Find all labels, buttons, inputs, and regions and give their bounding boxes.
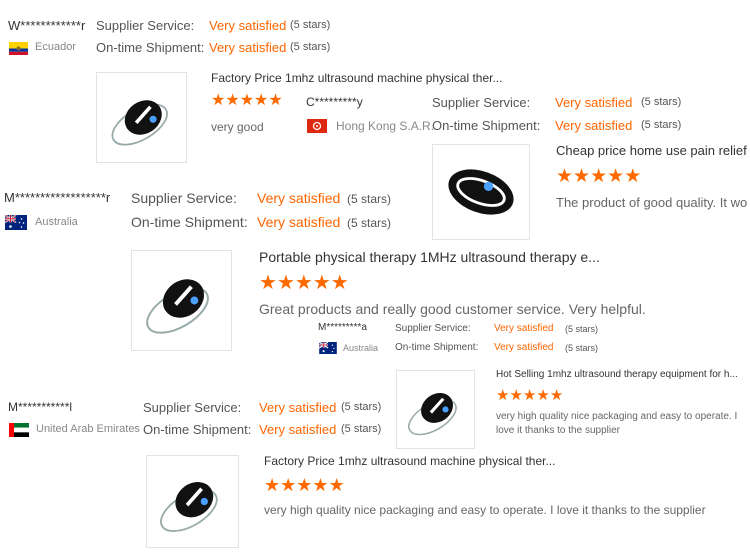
buyer-country: United Arab Emirates [36, 423, 140, 435]
rating-stars: ★ ★ ★ ★ ★ [259, 273, 349, 293]
product-title[interactable]: Factory Price 1mhz ultrasound machine ph… [211, 71, 502, 85]
uae-flag-icon [9, 423, 29, 437]
review-comment: very high quality nice packaging and eas… [264, 503, 706, 517]
rating-stars: ★ ★ ★ ★ ★ [211, 93, 283, 109]
ultrasound-device-icon [111, 100, 168, 146]
product-thumbnail[interactable] [146, 455, 239, 548]
buyer-country: Australia [35, 216, 78, 228]
supplier-service-stars: (5 stars) [290, 19, 331, 31]
shipment-value: Very satisfied [494, 342, 554, 353]
star-icon: ★ [239, 92, 255, 109]
product-title[interactable]: Hot Selling 1mhz ultrasound therapy equi… [496, 369, 750, 380]
buyer-name: M***********l [8, 400, 73, 414]
star-icon: ★ [296, 475, 313, 495]
supplier-service-value: Very satisfied [257, 190, 341, 206]
australia-flag-icon [319, 342, 337, 354]
review-comment: very good [211, 120, 264, 134]
buyer-name: M******************r [4, 190, 111, 205]
ecuador-flag-icon [9, 42, 28, 55]
rating-stars: ★ ★ ★ ★ ★ [264, 476, 345, 494]
supplier-service-value: Very satisfied [209, 18, 287, 33]
product-thumbnail[interactable] [131, 250, 232, 351]
star-icon: ★ [294, 272, 313, 294]
supplier-service-label: Supplier Service: [131, 190, 237, 206]
buyer-country: Ecuador [35, 41, 76, 53]
buyer-country: Australia [343, 343, 379, 353]
product-title[interactable]: Cheap price home use pain relief [556, 143, 747, 158]
star-icon: ★ [280, 475, 297, 495]
ultrasound-device-icon [448, 169, 514, 215]
star-icon: ★ [254, 92, 269, 109]
star-icon: ★ [259, 272, 277, 294]
buyer-country: Hong Kong S.A.R. [336, 119, 435, 133]
shipment-value: Very satisfied [257, 214, 341, 230]
shipment-label: On-time Shipment: [96, 40, 205, 55]
product-title[interactable]: Portable physical therapy 1MHz ultrasoun… [259, 249, 600, 265]
star-icon: ★ [211, 92, 226, 109]
shipment-stars: (5 stars) [290, 41, 331, 53]
star-icon: ★ [225, 92, 240, 109]
hong-kong-flag-icon [307, 119, 327, 133]
supplier-service-stars: (5 stars) [341, 401, 382, 413]
supplier-service-value: Very satisfied [494, 323, 554, 334]
star-icon: ★ [522, 387, 537, 404]
product-thumbnail[interactable] [96, 72, 187, 163]
star-icon: ★ [590, 166, 608, 187]
shipment-label: On-time Shipment: [131, 214, 248, 230]
ultrasound-device-icon [160, 482, 218, 532]
product-thumbnail[interactable] [432, 144, 530, 240]
supplier-service-label: Supplier Service: [96, 18, 195, 33]
supplier-service-label: Supplier Service: [432, 95, 531, 110]
rating-stars: ★ ★ ★ ★ ★ [556, 167, 641, 186]
star-icon: ★ [556, 166, 574, 187]
shipment-value: Very satisfied [209, 40, 287, 55]
australia-flag-icon [5, 215, 27, 230]
buyer-name: C*********y [306, 95, 363, 109]
ultrasound-device-icon [146, 279, 209, 334]
star-icon: ★ [573, 166, 591, 187]
star-icon: ★ [264, 475, 281, 495]
shipment-value: Very satisfied [259, 422, 337, 437]
shipment-stars: (5 stars) [347, 216, 392, 230]
shipment-stars: (5 stars) [641, 119, 682, 131]
product-thumbnail[interactable] [396, 370, 475, 449]
star-icon: ★ [328, 475, 345, 495]
supplier-service-label: Supplier Service: [395, 323, 471, 334]
star-icon: ★ [312, 475, 329, 495]
star-icon: ★ [624, 166, 642, 187]
star-icon: ★ [268, 92, 283, 109]
supplier-service-label: Supplier Service: [143, 400, 242, 415]
star-icon: ★ [549, 387, 564, 404]
star-icon: ★ [509, 387, 523, 404]
supplier-service-stars: (5 stars) [641, 96, 682, 108]
shipment-stars: (5 stars) [341, 423, 382, 435]
buyer-name: M*********a [318, 322, 367, 333]
buyer-name: W************r [8, 18, 86, 33]
review-comment: very high quality nice packaging and eas… [496, 411, 738, 436]
star-icon: ★ [312, 272, 331, 294]
shipment-value: Very satisfied [555, 118, 633, 133]
ultrasound-device-icon [408, 393, 457, 436]
shipment-label: On-time Shipment: [395, 342, 479, 353]
review-comment: The product of good quality. It wo [556, 195, 748, 210]
supplier-service-stars: (5 stars) [565, 324, 599, 334]
shipment-stars: (5 stars) [565, 343, 599, 353]
star-icon: ★ [496, 387, 510, 404]
shipment-label: On-time Shipment: [143, 422, 252, 437]
rating-stars: ★ ★ ★ ★ ★ [496, 388, 563, 403]
star-icon: ★ [607, 166, 625, 187]
product-title[interactable]: Factory Price 1mhz ultrasound machine ph… [264, 454, 555, 468]
star-icon: ★ [276, 272, 295, 294]
supplier-service-value: Very satisfied [555, 95, 633, 110]
star-icon: ★ [330, 272, 349, 294]
review-comment: Great products and really good customer … [259, 301, 646, 317]
star-icon: ★ [536, 387, 550, 404]
supplier-service-stars: (5 stars) [347, 192, 392, 206]
supplier-service-value: Very satisfied [259, 400, 337, 415]
shipment-label: On-time Shipment: [432, 118, 541, 133]
